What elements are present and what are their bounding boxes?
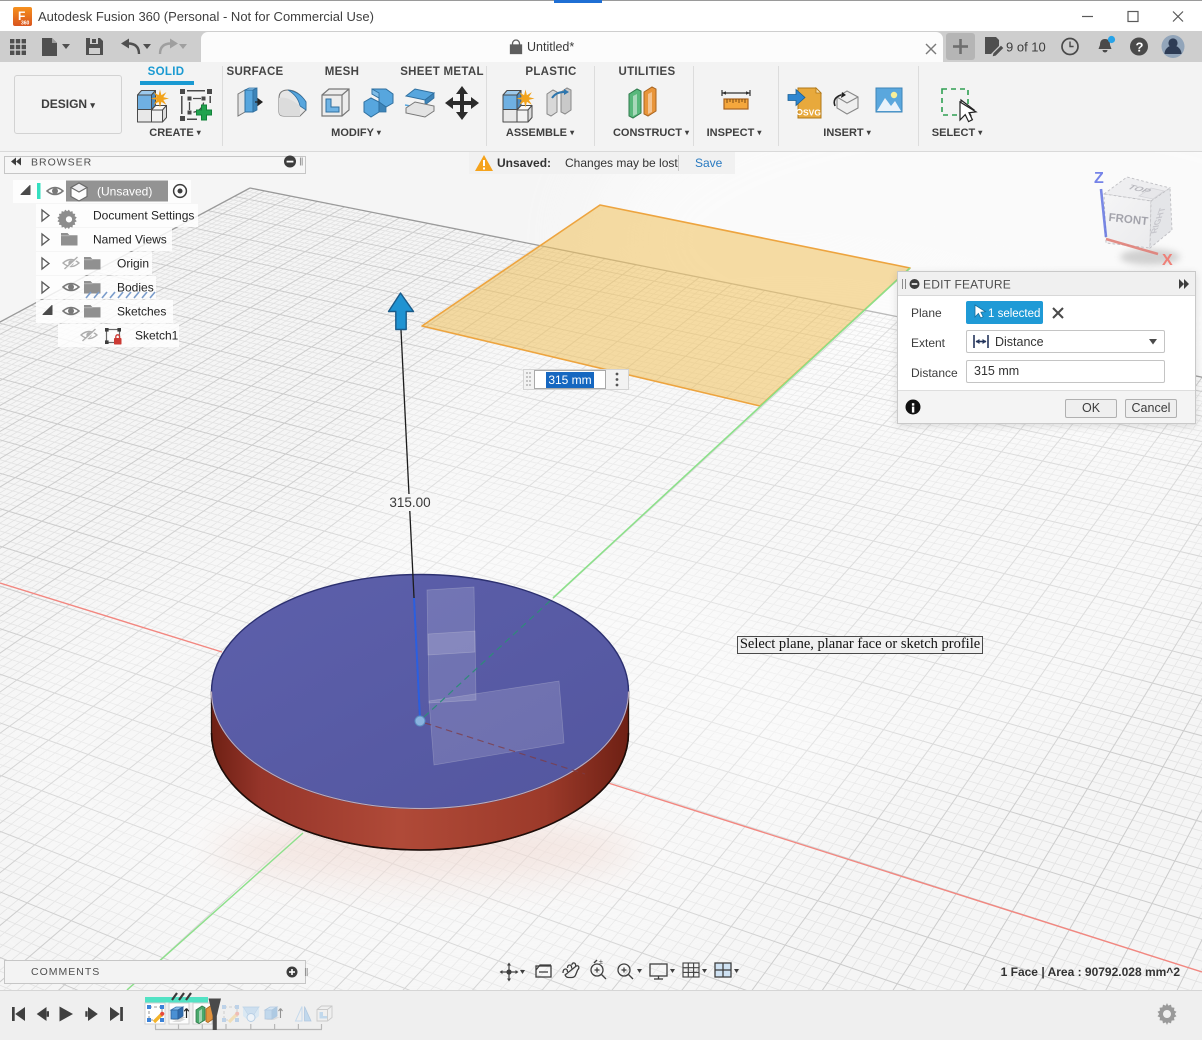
svg-text:9 of 10: 9 of 10 [1006, 40, 1046, 55]
svg-text:315.00: 315.00 [389, 495, 430, 510]
svg-text:1 selected: 1 selected [988, 308, 1040, 320]
svg-text:Distance: Distance [995, 335, 1044, 349]
svg-text:Z: Z [1094, 170, 1104, 187]
svg-text:Sketch1: Sketch1 [135, 329, 179, 343]
svg-text:±: ± [599, 959, 603, 966]
svg-text:‖: ‖ [304, 967, 309, 979]
svg-text:(Unsaved): (Unsaved) [97, 185, 152, 199]
svg-text:‖: ‖ [299, 157, 304, 169]
svg-text:?: ? [1136, 40, 1144, 55]
svg-text:360: 360 [21, 21, 30, 27]
svg-text:Document Settings: Document Settings [93, 209, 194, 223]
svg-text:SVG: SVG [803, 108, 821, 118]
svg-text:BROWSER: BROWSER [31, 157, 92, 169]
svg-text:Sketches: Sketches [117, 305, 166, 319]
svg-text:X: X [1162, 252, 1173, 269]
svg-text:Untitled*: Untitled* [527, 40, 574, 54]
svg-text:Origin: Origin [117, 257, 149, 271]
svg-text:Named Views: Named Views [93, 233, 167, 247]
svg-text:EDIT FEATURE: EDIT FEATURE [923, 278, 1011, 292]
